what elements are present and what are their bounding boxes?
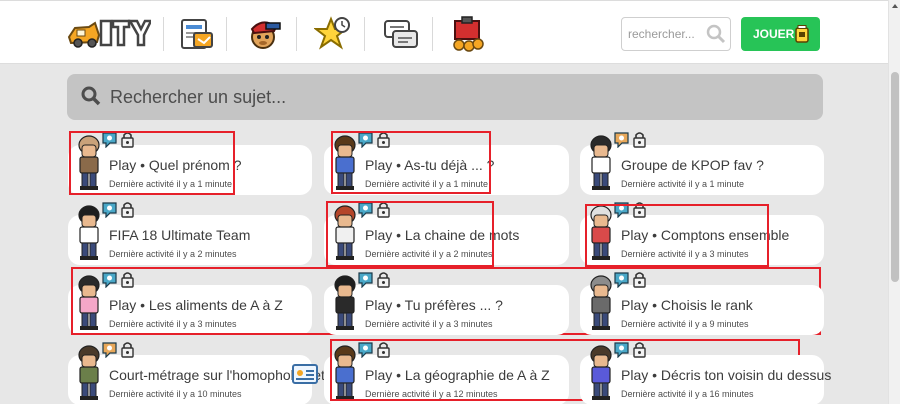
scroll-up-arrow-icon[interactable] [892,4,898,8]
topic-title: Play • Choisis le rank [621,297,753,313]
lock-icon [121,202,134,218]
lock-icon [633,132,646,148]
topic-card[interactable]: Groupe de KPOP fav ? Dernière activité il… [580,145,824,195]
lock-icon [377,272,390,288]
topic-card[interactable]: Play • Tu préfères ... ? Dernière activit… [324,285,569,335]
play-button[interactable]: JOUER [741,17,820,51]
topic-title: Play • Décris ton voisin du dessus [621,367,832,383]
topic-title: Play • Tu préfères ... ? [365,297,503,313]
topic-last-activity: Dernière activité il y a 3 minutes [365,319,493,329]
pet-icon[interactable] [246,15,284,53]
search-icon[interactable] [706,24,726,44]
topic-title: FIFA 18 Ultimate Team [109,227,251,243]
shop-icon[interactable] [450,15,488,53]
topic-card[interactable]: Play • Décris ton voisin du dessus Derniè… [580,355,831,404]
message-bubble-icon [358,272,373,288]
topic-last-activity: Dernière activité il y a 1 minute [621,179,745,189]
topic-card[interactable]: Play • Choisis le rank Dernière activité … [580,285,824,335]
topic-search-placeholder: Rechercher un sujet... [110,87,287,107]
header-search-input[interactable] [628,24,702,44]
user-avatar[interactable] [330,275,360,333]
annotation-highlight-box [331,131,491,194]
topic-card[interactable]: Court-métrage sur l'homophobie et Dernièr… [68,355,325,404]
id-card-icon [292,364,318,384]
annotation-highlight-box [326,201,494,267]
topic-title: Groupe de KPOP fav ? [621,157,764,173]
topic-last-activity: Dernière activité il y a 2 minutes [109,249,237,259]
topic-last-activity: Dernière activité il y a 16 minutes [621,389,754,399]
message-bubble-icon [102,342,117,358]
message-bubble-icon [102,202,117,218]
message-bubble-icon [614,342,629,358]
annotation-highlight-box [585,204,769,267]
nav-divider [364,17,365,51]
chat-icon[interactable] [382,15,420,53]
search-icon [81,86,101,106]
page-scrollbar[interactable] [888,0,900,404]
lock-icon [121,342,134,358]
header: JOUER [0,0,888,64]
message-bubble-icon [614,132,629,148]
play-button-label: JOUER [753,27,795,41]
user-avatar[interactable] [586,135,616,193]
city-logo[interactable] [67,15,151,51]
user-avatar[interactable] [586,275,616,333]
topic-last-activity: Dernière activité il y a 9 minutes [621,319,749,329]
cup-icon [795,25,809,43]
scrollbar-thumb[interactable] [891,72,899,282]
lock-icon [633,342,646,358]
nav-divider [226,17,227,51]
nav-divider [163,17,164,51]
lock-icon [633,272,646,288]
star-icon[interactable] [314,15,352,53]
header-search[interactable] [621,17,731,51]
user-avatar[interactable] [74,345,104,403]
message-bubble-icon [614,272,629,288]
news-icon[interactable] [178,15,216,53]
topic-search-bar[interactable]: Rechercher un sujet... [67,74,823,120]
nav-divider [296,17,297,51]
user-avatar[interactable] [586,345,616,403]
user-avatar[interactable] [74,205,104,263]
topic-card[interactable]: FIFA 18 Ultimate Team Dernière activité i… [68,215,312,265]
annotation-highlight-box [69,131,235,195]
topic-last-activity: Dernière activité il y a 10 minutes [109,389,242,399]
nav-divider [432,17,433,51]
